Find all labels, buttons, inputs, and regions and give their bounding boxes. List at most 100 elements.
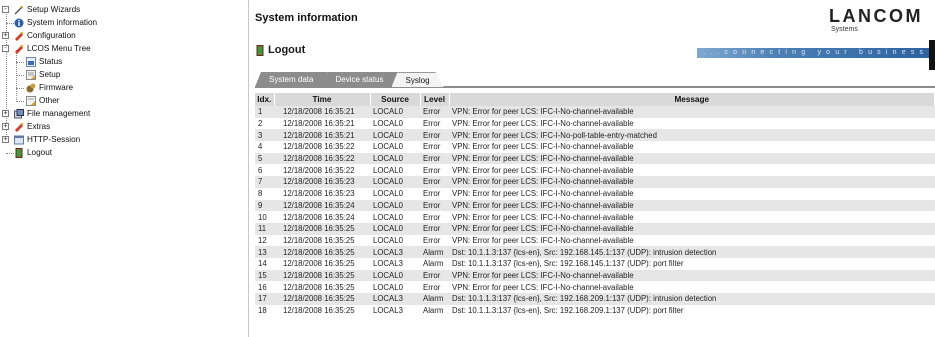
tree-item-label: LCOS Menu Tree <box>27 44 91 53</box>
table-row: 1 12/18/2008 16:35:21 LOCAL0 Error VPN: Erro… <box>255 106 935 118</box>
tree-item-label: Extras <box>27 122 51 131</box>
cell-idx: 2 <box>255 117 274 130</box>
cell-source: LOCAL3 <box>370 246 420 258</box>
cell-time: 12/18/2008 16:35:22 <box>274 152 370 165</box>
cell-idx: 16 <box>255 281 274 293</box>
cell-source: LOCAL0 <box>370 106 420 118</box>
tree-item-label: Configuration <box>27 31 76 40</box>
cell-level: Alarm <box>420 246 449 258</box>
column-header-time[interactable]: Time <box>274 93 371 106</box>
cell-message: VPN: Error for peer LCS: IFC-I-No-poll-t… <box>449 129 935 142</box>
expand-toggle-extras[interactable]: + <box>2 123 9 130</box>
cell-source: LOCAL0 <box>370 164 420 177</box>
cell-source: LOCAL0 <box>370 117 420 130</box>
column-header-level[interactable]: Level <box>420 93 450 106</box>
cell-message: VPN: Error for peer LCS: IFC-I-No-channe… <box>449 141 935 153</box>
table-row: 2 12/18/2008 16:35:21 LOCAL0 Error VPN: Erro… <box>255 117 935 130</box>
logout-label: Logout <box>268 44 306 56</box>
tree-item-extras[interactable]: Extras <box>14 121 50 133</box>
tree-item-status[interactable]: Status <box>26 56 62 68</box>
tree-item-label: Setup Wizards <box>27 5 81 14</box>
tab-device-status[interactable]: Device status <box>321 72 398 87</box>
tree-connector <box>6 153 14 154</box>
column-header-source[interactable]: Source <box>370 93 421 106</box>
cell-idx: 17 <box>255 293 274 305</box>
expand-toggle-file-management[interactable]: + <box>2 110 9 117</box>
cell-source: LOCAL0 <box>370 141 420 153</box>
tree-connector <box>16 75 24 76</box>
tree-item-other[interactable]: Other <box>26 95 59 107</box>
column-header-message[interactable]: Message <box>449 93 935 106</box>
tree-item-lcos-menu-tree[interactable]: LCOS Menu Tree <box>14 43 91 55</box>
tree-item-label: Firmware <box>39 83 74 92</box>
tree-item-configuration[interactable]: Configuration <box>14 30 76 42</box>
cell-message: Dst: 10.1.1.3:137 {lcs-en}, Src: 192.168… <box>449 293 935 305</box>
cell-idx: 11 <box>255 222 274 235</box>
tab-system-data[interactable]: System data <box>255 72 328 87</box>
tab-underline <box>255 86 935 88</box>
cell-source: LOCAL0 <box>370 269 420 282</box>
expand-toggle-http-session[interactable]: + <box>2 136 9 143</box>
logout-link[interactable]: Logout <box>255 44 305 56</box>
page-title: System information <box>255 12 358 24</box>
tree-item-label: Setup <box>39 70 61 79</box>
tree-item-label: Logout <box>27 148 53 157</box>
column-header-idx[interactable]: Idx. <box>255 93 275 106</box>
cell-source: LOCAL0 <box>370 187 420 200</box>
cell-time: 12/18/2008 16:35:25 <box>274 234 370 247</box>
syslog-table: Idx. Time Source Level Message 1 12/18/20… <box>255 93 935 317</box>
cell-time: 12/18/2008 16:35:24 <box>274 199 370 212</box>
cell-level: Error <box>420 281 449 293</box>
cell-idx: 3 <box>255 129 274 142</box>
cell-time: 12/18/2008 16:35:25 <box>274 222 370 235</box>
tree-item-label: Status <box>39 57 63 66</box>
logout-door-icon <box>14 148 24 158</box>
table-row: 10 12/18/2008 16:35:24 LOCAL0 Error VPN: Err… <box>255 211 935 223</box>
table-row: 13 12/18/2008 16:35:25 LOCAL3 Alarm Dst: 10.… <box>255 246 935 258</box>
tree-item-firmware[interactable]: Firmware <box>26 82 73 94</box>
tree-item-file-management[interactable]: File management <box>14 108 90 120</box>
expand-toggle-configuration[interactable]: + <box>2 32 9 39</box>
info-icon <box>14 18 24 28</box>
table-body: 1 12/18/2008 16:35:21 LOCAL0 Error VPN: Erro… <box>255 106 935 317</box>
cell-level: Error <box>420 199 449 212</box>
table-row: 14 12/18/2008 16:35:25 LOCAL3 Alarm Dst: 10.… <box>255 257 935 270</box>
expand-toggle-setup-wizards[interactable]: - <box>2 6 9 13</box>
cell-level: Error <box>420 152 449 165</box>
cell-idx: 9 <box>255 199 274 212</box>
cell-source: LOCAL0 <box>370 129 420 142</box>
cell-message: VPN: Error for peer LCS: IFC-I-No-channe… <box>449 199 935 212</box>
cell-time: 12/18/2008 16:35:25 <box>274 304 370 317</box>
cell-level: Error <box>420 187 449 200</box>
cell-level: Error <box>420 222 449 235</box>
file-management-icon <box>14 109 24 119</box>
cell-level: Error <box>420 211 449 223</box>
cell-source: LOCAL0 <box>370 211 420 223</box>
tree-item-http-session[interactable]: HTTP-Session <box>14 134 80 146</box>
tree-item-system-information[interactable]: System information <box>14 17 97 29</box>
tree-connector <box>16 50 17 102</box>
table-row: 7 12/18/2008 16:35:23 LOCAL0 Error VPN: Erro… <box>255 176 935 188</box>
cell-level: Alarm <box>420 304 449 317</box>
brand-tagline: ...connecting your business <box>697 48 935 58</box>
expand-toggle-lcos-menu-tree[interactable]: - <box>2 45 9 52</box>
table-row: 12 12/18/2008 16:35:25 LOCAL0 Error VPN: Err… <box>255 234 935 247</box>
table-row: 17 12/18/2008 16:35:25 LOCAL3 Alarm Dst: 10.… <box>255 293 935 305</box>
table-row: 11 12/18/2008 16:35:25 LOCAL0 Error VPN: Err… <box>255 222 935 235</box>
table-row: 8 12/18/2008 16:35:23 LOCAL0 Error VPN: Erro… <box>255 187 935 200</box>
cell-message: VPN: Error for peer LCS: IFC-I-No-channe… <box>449 152 935 165</box>
tree-item-setup[interactable]: Setup <box>26 69 60 81</box>
cell-time: 12/18/2008 16:35:25 <box>274 246 370 258</box>
cell-level: Error <box>420 234 449 247</box>
tab-syslog[interactable]: Syslog <box>392 72 444 87</box>
cell-message: VPN: Error for peer LCS: IFC-I-No-channe… <box>449 222 935 235</box>
tree-item-logout[interactable]: Logout <box>14 147 52 159</box>
cell-message: VPN: Error for peer LCS: IFC-I-No-channe… <box>449 176 935 188</box>
tree-connector <box>16 62 24 63</box>
cell-message: VPN: Error for peer LCS: IFC-I-No-channe… <box>449 211 935 223</box>
cell-idx: 12 <box>255 234 274 247</box>
cell-time: 12/18/2008 16:35:21 <box>274 129 370 142</box>
tree-connector <box>6 23 14 24</box>
tree-item-setup-wizards[interactable]: Setup Wizards <box>14 4 80 16</box>
cell-time: 12/18/2008 16:35:25 <box>274 281 370 293</box>
